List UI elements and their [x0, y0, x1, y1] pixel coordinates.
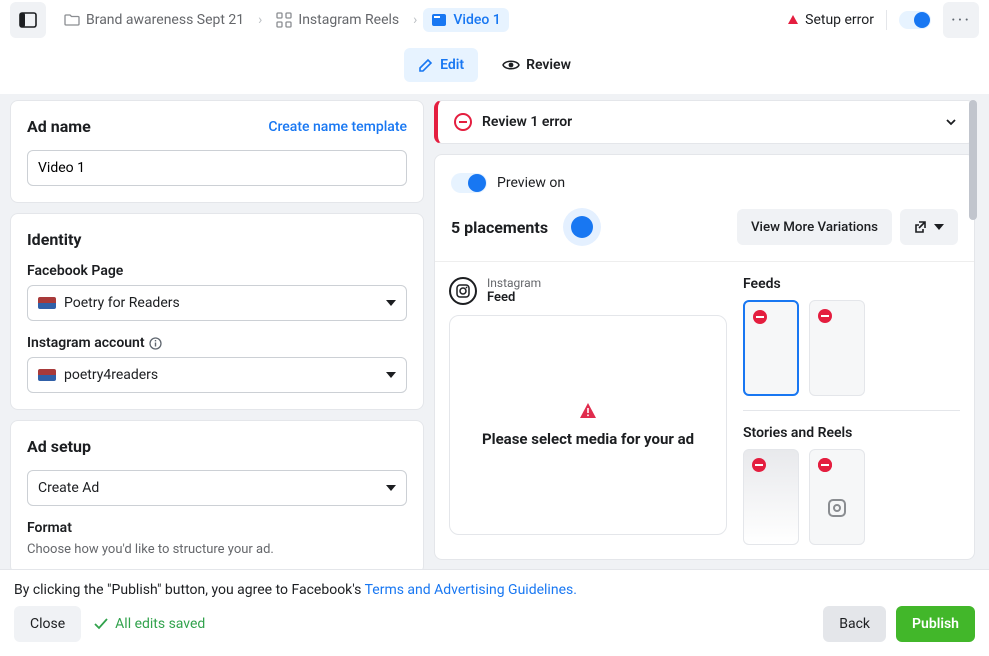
ad-icon — [431, 12, 447, 28]
tab-row: Edit Review — [0, 40, 989, 94]
caret-down-icon — [934, 224, 944, 230]
error-banner[interactable]: Review 1 error — [434, 100, 975, 144]
error-badge-icon — [753, 310, 767, 324]
placement-thumb-feeds-1[interactable] — [743, 300, 799, 396]
crumb-ad[interactable]: Video 1 — [423, 8, 508, 32]
error-badge-icon — [752, 458, 766, 472]
preview-card: Preview on 5 placements View More Variat… — [434, 154, 975, 560]
warning-icon — [579, 402, 597, 420]
panel-toggle-button[interactable] — [10, 2, 46, 38]
identity-card: Identity Facebook Page Poetry for Reader… — [10, 213, 424, 410]
facebook-page-label: Facebook Page — [27, 263, 407, 279]
chevron-right-icon: › — [258, 12, 262, 28]
tab-edit[interactable]: Edit — [404, 48, 478, 82]
publish-button[interactable]: Publish — [896, 606, 975, 642]
status-label: Setup error — [805, 12, 874, 28]
instagram-select[interactable]: poetry4readers — [27, 357, 407, 393]
instagram-icon — [828, 499, 846, 517]
left-column: Ad name Create name template Identity Fa… — [10, 94, 424, 569]
grid-icon — [276, 12, 292, 28]
select-value: Create Ad — [38, 480, 99, 496]
select-value: poetry4readers — [64, 367, 158, 383]
card-title: Ad name — [27, 117, 91, 136]
crumb-adset[interactable]: Instagram Reels — [268, 8, 407, 32]
preview-box: Please select media for your ad — [449, 315, 727, 535]
view-more-button[interactable]: View More Variations — [737, 209, 892, 245]
error-badge-icon — [818, 309, 832, 323]
chevron-down-icon — [944, 115, 958, 129]
header: Brand awareness Sept 21 › Instagram Reel… — [0, 0, 989, 40]
ad-name-card: Ad name Create name template — [10, 100, 424, 203]
error-triangle-icon — [787, 14, 799, 26]
terms-text: By clicking the "Publish" button, you ag… — [0, 570, 989, 606]
eye-icon — [502, 56, 520, 74]
crumb-label: Video 1 — [453, 12, 500, 28]
card-title: Identity — [27, 230, 81, 249]
card-title: Ad setup — [27, 437, 91, 456]
page-thumb-icon — [38, 369, 56, 381]
share-icon — [914, 220, 928, 234]
chevron-right-icon: › — [413, 12, 417, 28]
caret-down-icon — [386, 372, 396, 378]
pencil-icon — [418, 57, 434, 73]
page-thumb-icon — [38, 297, 56, 309]
ad-setup-card: Ad setup Create Ad Format Choose how you… — [10, 420, 424, 569]
ad-name-input[interactable] — [27, 150, 407, 186]
footer: By clicking the "Publish" button, you ag… — [0, 569, 989, 656]
caret-down-icon — [386, 485, 396, 491]
preview-toggle[interactable] — [451, 173, 487, 193]
tab-label: Edit — [440, 57, 464, 73]
warn-text: Please select media for your ad — [482, 430, 694, 448]
crumb-campaign[interactable]: Brand awareness Sept 21 — [56, 8, 252, 32]
source-label: Instagram — [487, 276, 541, 290]
info-icon[interactable] — [149, 337, 162, 350]
error-badge-icon — [818, 458, 832, 472]
header-toggle[interactable] — [899, 11, 931, 29]
preview-toggle-label: Preview on — [497, 175, 565, 191]
select-value: Poetry for Readers — [64, 295, 180, 311]
main-content: Ad name Create name template Identity Fa… — [0, 94, 989, 569]
back-button[interactable]: Back — [823, 606, 886, 642]
instagram-icon — [449, 277, 477, 305]
placement-thumb-stories-2[interactable] — [809, 449, 865, 545]
close-button[interactable]: Close — [14, 606, 81, 642]
right-column: Review 1 error Preview on 5 placements V — [434, 94, 979, 569]
status-error: Setup error — [787, 12, 874, 28]
check-icon — [93, 616, 109, 632]
feeds-heading: Feeds — [743, 276, 960, 292]
error-text: Review 1 error — [482, 114, 572, 130]
stories-heading: Stories and Reels — [743, 425, 960, 441]
placement-thumb-feeds-2[interactable] — [809, 300, 865, 396]
crumb-label: Instagram Reels — [298, 12, 399, 28]
create-template-link[interactable]: Create name template — [268, 119, 407, 135]
source-name: Feed — [487, 290, 541, 305]
loading-dot-icon — [571, 216, 593, 238]
tab-label: Review — [526, 57, 571, 73]
folder-icon — [64, 12, 80, 28]
breadcrumb: Brand awareness Sept 21 › Instagram Reel… — [56, 8, 777, 32]
share-dropdown-button[interactable] — [900, 209, 958, 245]
terms-link[interactable]: Terms and Advertising Guidelines. — [365, 582, 577, 598]
crumb-label: Brand awareness Sept 21 — [86, 12, 244, 28]
more-button[interactable]: ··· — [943, 2, 979, 38]
format-help: Choose how you'd like to structure your … — [27, 542, 407, 557]
facebook-page-select[interactable]: Poetry for Readers — [27, 285, 407, 321]
tab-review[interactable]: Review — [488, 48, 585, 82]
ad-setup-select[interactable]: Create Ad — [27, 470, 407, 506]
instagram-label: Instagram account — [27, 335, 145, 351]
scrollbar[interactable] — [969, 100, 977, 220]
format-label: Format — [27, 520, 407, 536]
placement-thumb-stories-1[interactable] — [743, 449, 799, 545]
caret-down-icon — [386, 300, 396, 306]
saved-status: All edits saved — [93, 616, 205, 632]
placements-title: 5 placements — [451, 218, 548, 237]
error-circle-icon — [454, 113, 472, 131]
